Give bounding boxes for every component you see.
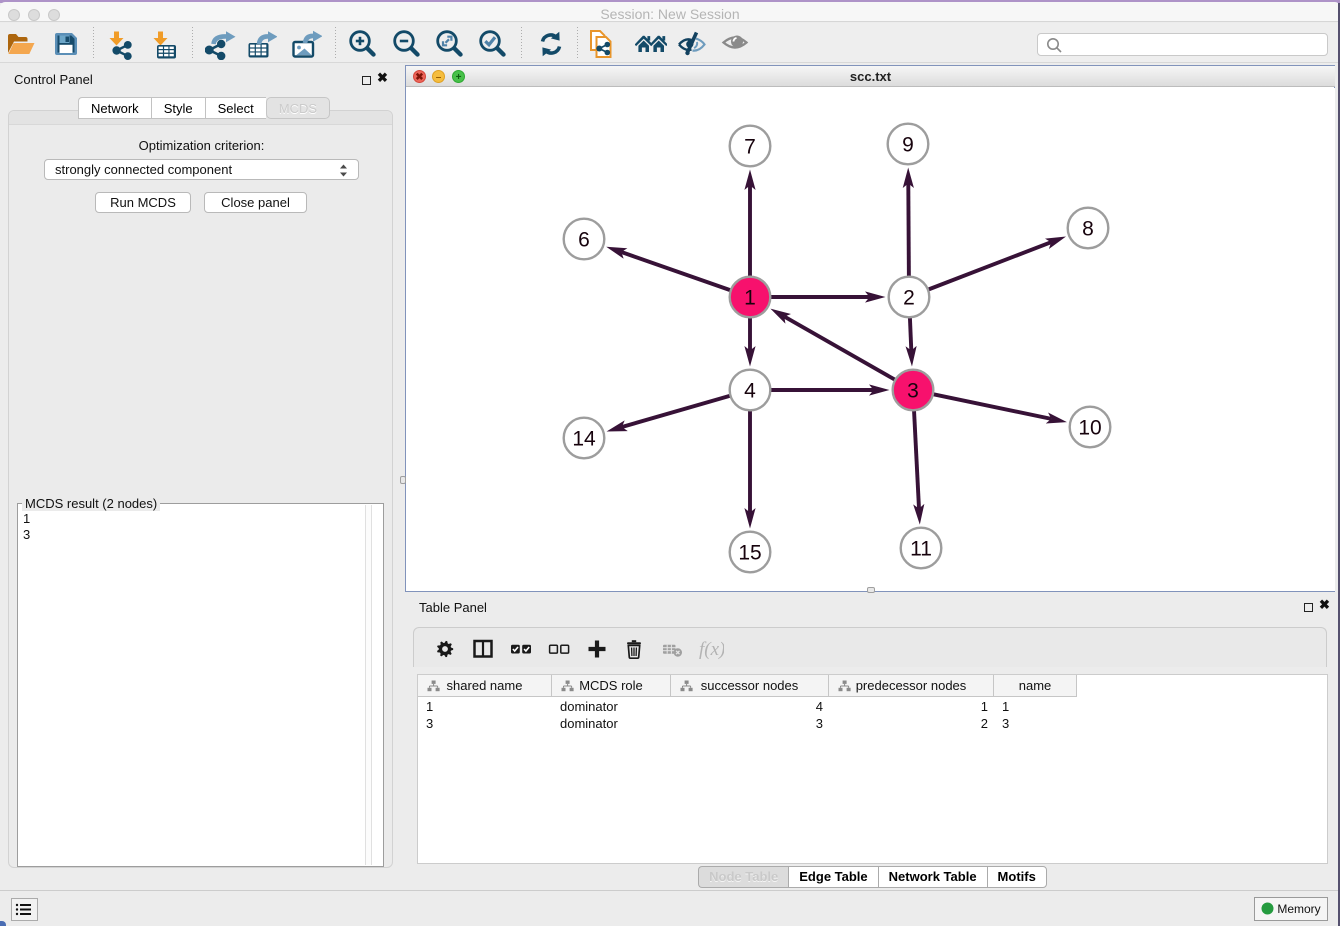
svg-text:9: 9: [902, 134, 914, 157]
svg-text:10: 10: [1078, 417, 1101, 440]
svg-text:14: 14: [572, 428, 596, 451]
svg-text:2: 2: [903, 287, 915, 310]
svg-text:4: 4: [744, 380, 756, 403]
svg-text:7: 7: [744, 136, 756, 159]
svg-text:11: 11: [910, 538, 932, 561]
svg-text:1: 1: [744, 287, 756, 310]
svg-text:3: 3: [907, 380, 919, 403]
svg-text:f(x): f(x): [699, 639, 724, 660]
svg-text:8: 8: [1082, 218, 1094, 241]
svg-text:15: 15: [738, 542, 761, 565]
svg-text:6: 6: [578, 229, 590, 252]
